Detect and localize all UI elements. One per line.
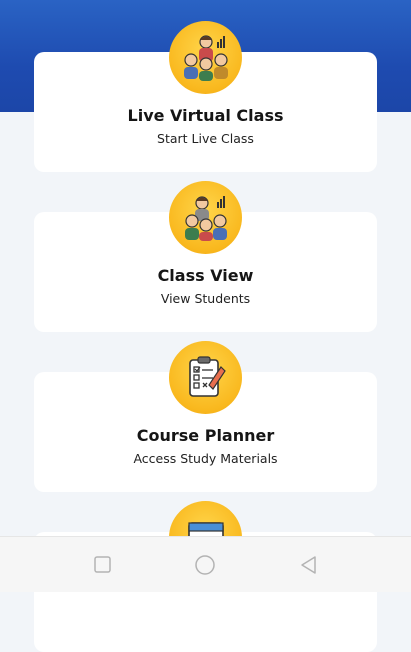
clipboard-checklist-icon (169, 341, 242, 414)
card-title: Class View (157, 266, 254, 285)
system-navigation-bar (0, 536, 411, 592)
card-title: Live Virtual Class (127, 106, 284, 125)
virtual-class-icon (169, 21, 242, 94)
card-subtitle: Access Study Materials (133, 451, 278, 466)
square-icon[interactable] (92, 554, 114, 576)
card-subtitle: View Students (160, 291, 251, 306)
back-triangle-icon[interactable] (298, 554, 320, 576)
card-subtitle: Start Live Class (157, 131, 254, 146)
circle-icon[interactable] (194, 554, 216, 576)
card-title: Course Planner (136, 426, 275, 445)
classroom-icon (169, 181, 242, 254)
